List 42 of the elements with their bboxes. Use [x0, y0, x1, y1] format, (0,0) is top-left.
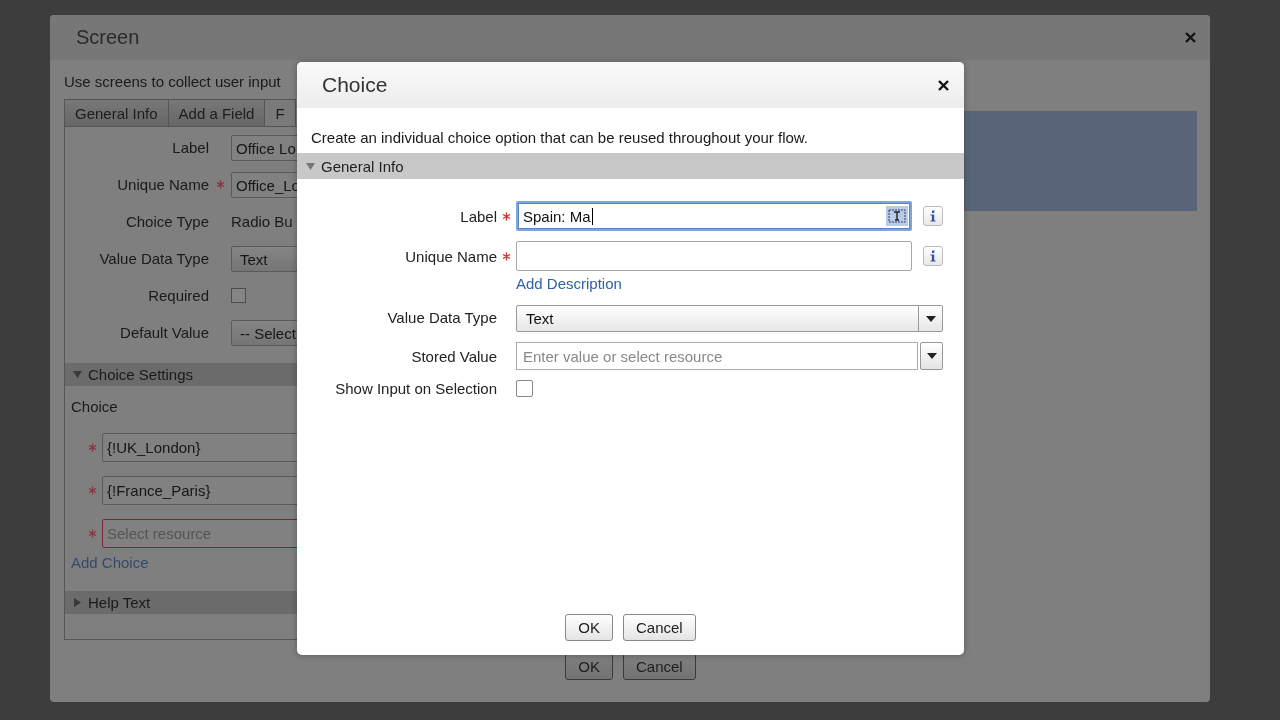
field-label: Label	[459, 207, 497, 225]
collapse-arrow-icon[interactable]	[306, 161, 315, 171]
dialog-title: Screen	[76, 26, 140, 49]
field-label: Default Value	[119, 324, 209, 341]
field-value: Radio Bu	[231, 213, 293, 230]
field-label: Stored Value	[410, 347, 497, 365]
field-label: Choice Type	[124, 213, 209, 230]
tab[interactable]: Add a Field	[167, 99, 266, 126]
section-title: Help Text	[88, 594, 151, 611]
close-icon[interactable]	[938, 79, 949, 91]
info-icon[interactable]	[923, 206, 943, 226]
field-label: Show Input on Selection	[334, 380, 497, 397]
text-field[interactable]	[516, 241, 912, 271]
text-field[interactable]: Spain: Ma	[516, 201, 912, 231]
dropdown-button[interactable]	[920, 342, 943, 370]
field-label: Value Data Type	[386, 308, 497, 326]
section-header[interactable]: General Info	[297, 153, 964, 179]
text-field[interactable]: Enter value or select resource	[516, 342, 918, 370]
ok-button[interactable]: OK	[565, 653, 613, 680]
field-label: Label	[171, 139, 209, 156]
info-icon[interactable]	[923, 246, 943, 266]
field-label: Choice	[71, 397, 119, 417]
add-description-link[interactable]: Add Description	[516, 275, 622, 292]
field-label: Unique Name	[116, 176, 209, 193]
text-box-icon[interactable]	[886, 206, 908, 226]
section-title: Choice Settings	[88, 366, 194, 383]
cancel-button[interactable]: Cancel	[623, 653, 696, 680]
checkbox[interactable]	[516, 380, 533, 397]
caret-icon[interactable]	[925, 315, 936, 322]
tab[interactable]: F	[264, 99, 296, 126]
cancel-button[interactable]: Cancel	[623, 614, 696, 641]
ok-button[interactable]: OK	[565, 614, 613, 641]
dropdown[interactable]: Text	[516, 305, 943, 332]
description-text: Use screens to collect user input	[64, 73, 281, 90]
dialog-title: Choice	[322, 73, 388, 97]
caret-icon[interactable]	[926, 353, 937, 359]
text-cursor	[591, 207, 593, 225]
tab[interactable]: General Info	[64, 99, 169, 126]
checkbox[interactable]	[231, 288, 246, 303]
field-label: Value Data Type	[98, 250, 209, 267]
field-label: Unique Name	[404, 247, 497, 265]
field-label: Required	[147, 287, 209, 304]
